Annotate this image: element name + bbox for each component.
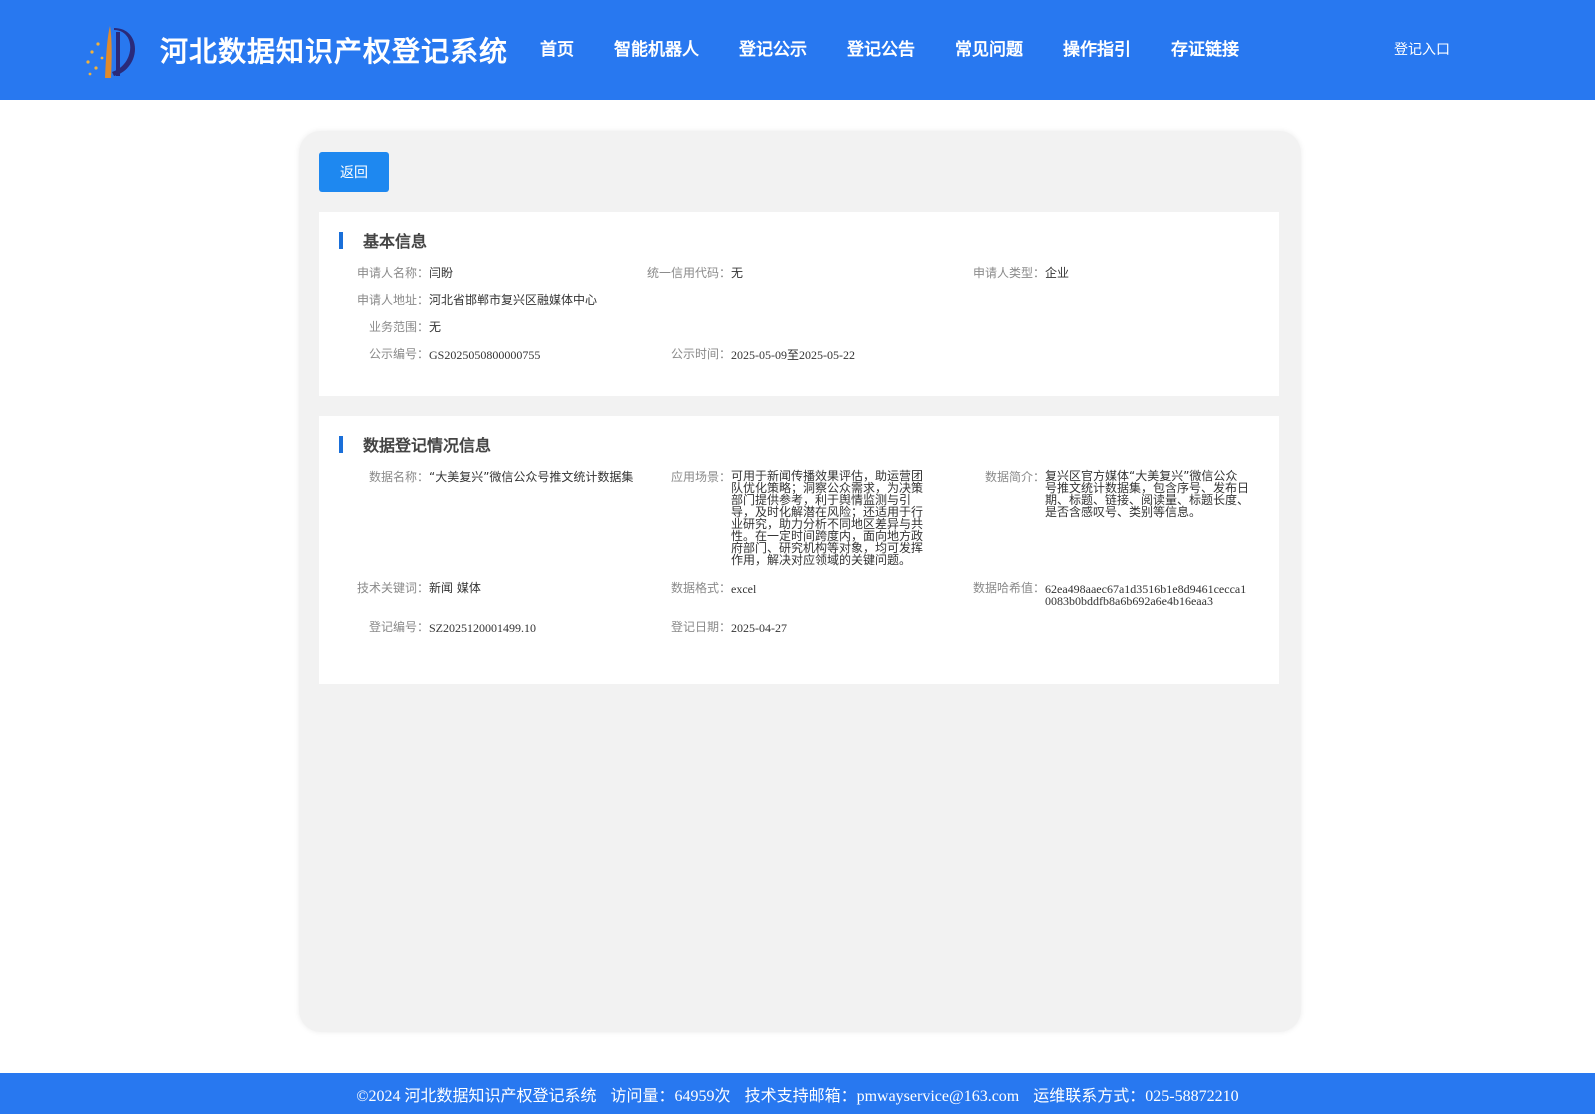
applicant-name-value: 闫盼: [429, 266, 454, 280]
section-title: 数据登记情况信息: [339, 434, 492, 455]
field-label: 数据哈希值：: [972, 581, 1045, 595]
field-business-scope: 业务范围： 无: [337, 320, 441, 334]
field-label: 数据格式：: [670, 581, 731, 595]
title-accent-bar: [339, 231, 343, 249]
field-hash: 数据哈希值： 62ea498aaec67a1d3516b1e8d9461cecc…: [953, 581, 1249, 607]
field-reg-date: 登记日期： 2025-04-27: [639, 620, 787, 634]
nav-registration-publicity[interactable]: 登记公示: [739, 35, 807, 60]
hash-value: 62ea498aaec67a1d3516b1e8d9461cecca10083b…: [1045, 582, 1247, 608]
data-registration-card: 数据登记情况信息 数据名称： “大美复兴”微信公众号推文统计数据集 应用场景： …: [319, 416, 1279, 684]
field-label: 公示时间：: [670, 347, 731, 361]
field-label: 统一信用代码：: [646, 266, 731, 280]
footer-copyright: ©2024 河北数据知识产权登记系统: [356, 1087, 597, 1105]
nav-smart-robot[interactable]: 智能机器人: [614, 35, 699, 60]
field-keywords: 技术关键词： 新闻 媒体: [337, 581, 481, 595]
field-label: 数据名称：: [368, 470, 429, 484]
login-link[interactable]: 登记入口: [1394, 39, 1450, 59]
field-label: 登记编号：: [368, 620, 429, 634]
section-title: 基本信息: [339, 230, 428, 251]
field-summary: 数据简介： 复兴区官方媒体“大美复兴”微信公众号推文统计数据集，包含序号、发布日…: [953, 470, 1249, 518]
field-label: 业务范围：: [368, 320, 429, 334]
data-registration-title: 数据登记情况信息: [363, 436, 492, 455]
address-value: 河北省邯郸市复兴区融媒体中心: [429, 293, 598, 307]
business-scope-value: 无: [429, 320, 442, 334]
field-scenario: 应用场景： 可用于新闻传播效果评估，助运营团队优化策略；洞察公众需求，为决策部门…: [639, 470, 925, 566]
summary-value: 复兴区官方媒体“大美复兴”微信公众号推文统计数据集，包含序号、发布日期、标题、链…: [1045, 469, 1250, 519]
footer-visit-count: 访问量：64959次: [610, 1087, 731, 1105]
nav-faq[interactable]: 常见问题: [955, 35, 1023, 60]
nav-home[interactable]: 首页: [540, 35, 574, 60]
field-label: 技术关键词：: [356, 581, 429, 595]
notice-time-value: 2025-05-09至2025-05-22: [731, 348, 855, 362]
basic-info-title: 基本信息: [363, 232, 428, 251]
page-footer: ©2024 河北数据知识产权登记系统 访问量：64959次 技术支持邮箱：pmw…: [0, 1073, 1595, 1114]
field-applicant-type: 申请人类型： 企业: [953, 266, 1069, 280]
main-nav: 首页 智能机器人 登记公示 登记公告 常见问题 操作指引 存证链接: [540, 35, 1279, 60]
data-name-value: “大美复兴”微信公众号推文统计数据集: [429, 470, 634, 484]
field-notice-no: 公示编号： GS2025050800000755: [337, 347, 540, 361]
reg-date-value: 2025-04-27: [731, 621, 787, 635]
detail-panel: 返回 基本信息 申请人名称： 闫盼 统一信用代码： 无 申请人类型： 企业 申请…: [299, 131, 1301, 1032]
basic-info-card: 基本信息 申请人名称： 闫盼 统一信用代码： 无 申请人类型： 企业 申请人地址…: [319, 212, 1279, 396]
field-applicant-name: 申请人名称： 闫盼: [337, 266, 453, 280]
field-format: 数据格式： excel: [639, 581, 756, 595]
field-label: 公示编号：: [368, 347, 429, 361]
field-credit-code: 统一信用代码： 无: [639, 266, 743, 280]
nav-operation-guide[interactable]: 操作指引: [1063, 35, 1131, 60]
field-reg-no: 登记编号： SZ2025120001499.10: [337, 620, 536, 634]
footer-ops-phone: 运维联系方式：025-58872210: [1033, 1087, 1239, 1105]
field-label: 数据简介：: [984, 470, 1045, 484]
site-logo-icon[interactable]: [80, 24, 140, 80]
footer-support-email[interactable]: 技术支持邮箱：pmwayservice@163.com: [745, 1082, 1020, 1106]
title-accent-bar: [339, 435, 343, 453]
format-value: excel: [731, 582, 757, 596]
back-button[interactable]: 返回: [319, 152, 389, 192]
field-label: 申请人类型：: [972, 266, 1045, 280]
reg-no-value: SZ2025120001499.10: [429, 621, 537, 635]
field-label: 申请人地址：: [356, 293, 429, 307]
scenario-value: 可用于新闻传播效果评估，助运营团队优化策略；洞察公众需求，为决策部门提供参考，利…: [731, 469, 924, 567]
field-data-name: 数据名称： “大美复兴”微信公众号推文统计数据集: [337, 470, 633, 484]
credit-code-value: 无: [731, 266, 744, 280]
field-label: 登记日期：: [670, 620, 731, 634]
field-label: 申请人名称：: [356, 266, 429, 280]
field-address: 申请人地址： 河北省邯郸市复兴区融媒体中心: [337, 293, 597, 307]
keywords-value: 新闻 媒体: [429, 581, 481, 595]
site-title: 河北数据知识产权登记系统: [160, 35, 509, 68]
notice-no-value: GS2025050800000755: [429, 348, 541, 362]
nav-evidence-link[interactable]: 存证链接: [1171, 35, 1239, 60]
top-header: 河北数据知识产权登记系统 首页 智能机器人 登记公示 登记公告 常见问题 操作指…: [0, 0, 1595, 100]
nav-registration-announcement[interactable]: 登记公告: [847, 35, 915, 60]
applicant-type-value: 企业: [1045, 266, 1070, 280]
field-label: 应用场景：: [670, 470, 731, 484]
field-notice-time: 公示时间： 2025-05-09至2025-05-22: [639, 347, 855, 361]
